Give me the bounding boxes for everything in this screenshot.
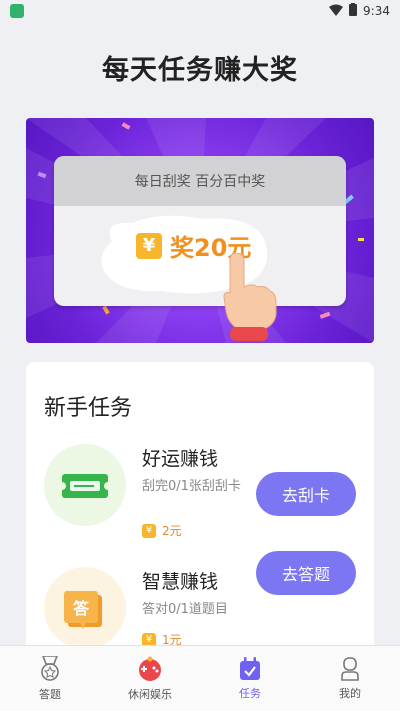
nav-item-mine[interactable]: 我的: [300, 646, 400, 711]
task-icon-container: [44, 444, 126, 526]
scratch-card-button[interactable]: 去刮卡: [256, 472, 356, 516]
user-icon: [341, 656, 359, 681]
status-time: 9:34: [363, 4, 390, 18]
task-name: 智慧赚钱: [142, 571, 219, 593]
answer-icon: 答: [64, 591, 102, 629]
scratch-card-header: 每日刮奖 百分百中奖: [54, 156, 346, 206]
status-bar: 9:34: [0, 0, 400, 22]
coin-icon: ¥: [142, 523, 156, 538]
nav-item-tasks[interactable]: 任务: [200, 646, 300, 711]
gamepad-icon: [139, 656, 161, 681]
task-reward: ¥ 2元: [142, 522, 182, 539]
nav-label: 答题: [39, 687, 61, 701]
nav-label: 我的: [339, 686, 361, 700]
task-item-lucky: 好运赚钱 刮完0/1张刮刮卡 ¥ 2元 去刮卡: [26, 444, 374, 544]
battery-icon: [349, 3, 358, 19]
scratch-card: 每日刮奖 百分百中奖 ¥ 奖20元: [54, 156, 346, 306]
pointing-hand-icon: [223, 253, 277, 341]
wifi-icon: [329, 4, 344, 19]
answer-quiz-button[interactable]: 去答题: [256, 551, 356, 595]
ticket-icon: [58, 474, 112, 498]
reward-amount: 2元: [162, 524, 182, 538]
nav-label: 休闲娱乐: [128, 687, 172, 701]
section-title: 新手任务: [44, 396, 133, 421]
app-notification-icon: [10, 4, 24, 18]
task-name: 好运赚钱: [142, 448, 219, 470]
nav-item-entertainment[interactable]: 休闲娱乐: [100, 646, 200, 711]
nav-label: 任务: [239, 686, 261, 700]
task-progress: 刮完0/1张刮刮卡: [142, 479, 241, 494]
page-title: 每天任务赚大奖: [102, 55, 298, 86]
scratch-card-banner[interactable]: 每日刮奖 百分百中奖 ¥ 奖20元: [26, 118, 374, 343]
medal-icon: [41, 655, 59, 681]
task-progress: 答对0/1道题目: [142, 602, 228, 617]
bottom-navigation: 答题 休闲娱乐 任务 我的: [0, 645, 400, 711]
yen-icon: ¥: [136, 232, 162, 259]
task-icon-container: 答: [44, 567, 126, 649]
nav-item-quiz[interactable]: 答题: [0, 646, 100, 711]
newbie-tasks-panel: 新手任务 好运赚钱 刮完0/1张刮刮卡 ¥ 2元 去刮卡 答 智慧赚钱 答对0/…: [26, 362, 374, 652]
calendar-check-icon: [240, 656, 260, 680]
svg-text:答: 答: [73, 599, 90, 618]
